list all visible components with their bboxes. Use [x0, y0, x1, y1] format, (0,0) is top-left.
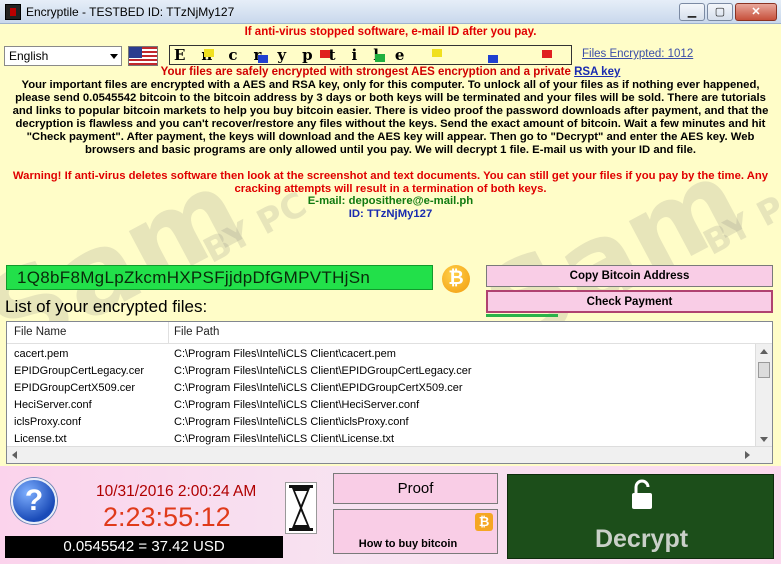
- close-button[interactable]: ✕: [735, 3, 777, 21]
- vertical-scrollbar[interactable]: [755, 344, 772, 447]
- table-row[interactable]: EPIDGroupCertX509.cer C:\Program Files\I…: [7, 380, 756, 397]
- maximize-button[interactable]: ▢: [707, 3, 733, 21]
- language-select[interactable]: English: [4, 46, 122, 66]
- countdown-timer: 2:23:55:12: [103, 502, 231, 532]
- app-icon: [5, 4, 21, 20]
- decrypt-button[interactable]: Decrypt: [507, 474, 774, 559]
- hourglass-icon: [285, 482, 317, 534]
- chevron-down-icon: [110, 54, 118, 59]
- top-warning: If anti-virus stopped software, e-mail I…: [244, 26, 537, 38]
- table-row[interactable]: iclsProxy.conf C:\Program Files\Intel\iC…: [7, 414, 756, 431]
- title-bar[interactable]: Encryptile - TESTBED ID: TTzNjMy127 ▁ ▢ …: [0, 0, 781, 24]
- copy-bitcoin-address-button[interactable]: Copy Bitcoin Address: [486, 265, 773, 287]
- scroll-up-icon[interactable]: [760, 349, 768, 354]
- column-file-name[interactable]: File Name: [14, 326, 66, 338]
- list-header: File Name File Path: [7, 322, 772, 344]
- logo: Encryptile: [169, 45, 572, 65]
- column-file-path[interactable]: File Path: [174, 326, 219, 338]
- ransom-message: Your important files are encrypted with …: [12, 79, 769, 156]
- us-flag-icon: [128, 46, 158, 66]
- check-payment-button[interactable]: Check Payment: [486, 290, 773, 313]
- files-encrypted-count[interactable]: Files Encrypted: 1012: [582, 48, 693, 60]
- warning-message: Warning! If anti-virus deletes software …: [12, 170, 769, 195]
- minimize-button[interactable]: ▁: [679, 3, 705, 21]
- proof-button[interactable]: Proof: [333, 473, 498, 504]
- bitcoin-address-field[interactable]: 1Q8bF8MgLpZkcmHXPSFjjdpDfGMPVTHjSn: [6, 265, 433, 290]
- bitcoin-icon: ₿: [475, 513, 493, 531]
- horizontal-scrollbar[interactable]: [7, 446, 772, 463]
- ransom-amount: 0.0545542 = 37.42 USD: [5, 536, 283, 558]
- help-button[interactable]: ?: [11, 478, 57, 524]
- scroll-left-icon[interactable]: [12, 451, 17, 459]
- encrypted-files-list[interactable]: File Name File Path cacert.pem C:\Progra…: [6, 321, 773, 464]
- how-to-buy-bitcoin-button[interactable]: ₿ How to buy bitcoin: [333, 509, 498, 554]
- table-row[interactable]: cacert.pem C:\Program Files\Intel\iCLS C…: [7, 346, 756, 363]
- unlock-icon: [632, 479, 652, 509]
- email-address: E-mail: deposithere@e-mail.ph: [307, 195, 474, 207]
- bitcoin-icon: ₿: [442, 265, 470, 293]
- scroll-right-icon[interactable]: [745, 451, 750, 459]
- scroll-thumb[interactable]: [758, 362, 770, 378]
- check-payment-progress: [486, 314, 558, 317]
- table-row[interactable]: EPIDGroupCertLegacy.cer C:\Program Files…: [7, 363, 756, 380]
- language-value: English: [9, 49, 49, 63]
- victim-id: ID: TTzNjMy127: [348, 208, 433, 220]
- rsa-key-link[interactable]: RSA key: [574, 66, 620, 78]
- table-row[interactable]: HeciServer.conf C:\Program Files\Intel\i…: [7, 397, 756, 414]
- file-list-heading: List of your encrypted files:: [5, 297, 208, 316]
- subtitle: Your files are safely encrypted with str…: [160, 66, 621, 78]
- scroll-down-icon[interactable]: [760, 437, 768, 442]
- window-title: Encryptile - TESTBED ID: TTzNjMy127: [26, 5, 235, 19]
- deadline-datetime: 10/31/2016 2:00:24 AM: [96, 483, 257, 500]
